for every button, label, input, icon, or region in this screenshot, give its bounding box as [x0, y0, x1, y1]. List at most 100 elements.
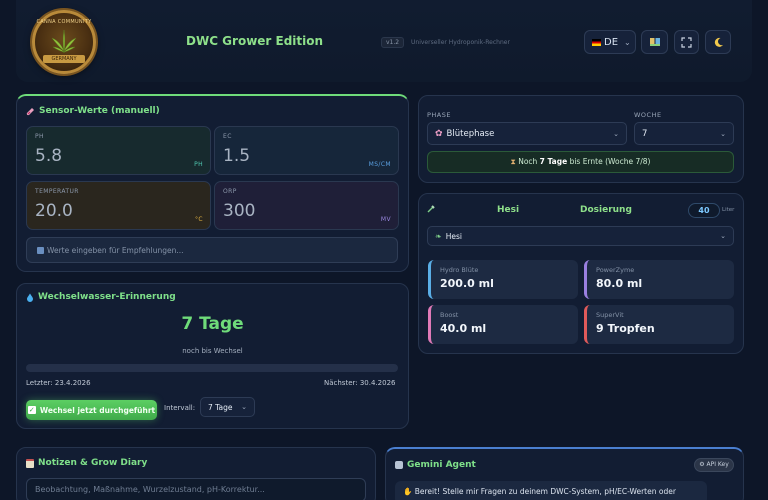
water-panel-title: Wechselwasser-Erinnerung [38, 292, 176, 302]
temperature-unit: °C [195, 216, 203, 223]
ph-field[interactable]: PH 5.8 PH [26, 126, 211, 175]
nutrient-name: Hydro Blüte [440, 266, 479, 274]
logo-ring-text: CANNA COMMUNITY [36, 19, 92, 25]
gemini-panel-title: Gemini Agent [407, 460, 476, 470]
harvest-prefix: Noch [518, 157, 538, 166]
orp-label: ORP [223, 188, 237, 195]
water-change-progress [26, 364, 398, 372]
nutrient-card: SuperVit 9 Tropfen [584, 305, 734, 344]
temperature-label: TEMPERATUR [35, 188, 79, 195]
sensor-panel-title: Sensor-Werte (manuell) [39, 106, 160, 116]
phase-select[interactable]: ✿ Blütephase ⌄ [427, 122, 627, 145]
chevron-down-icon: ⌄ [720, 129, 726, 138]
notepad-icon [26, 458, 34, 468]
nutrient-amount: 200.0 ml [440, 277, 494, 290]
app-title: DWC Grower Edition [186, 34, 324, 48]
brand-select-value: Hesi [445, 231, 462, 241]
last-change-date: Letzter: 23.4.2026 [26, 379, 91, 387]
api-key-button[interactable]: ⚙ API Key [694, 458, 734, 472]
recommendation-hint: Werte eingeben für Empfehlungen... [26, 237, 398, 263]
german-flag-icon [592, 38, 601, 46]
liters-unit: Liter [722, 207, 735, 213]
chevron-down-icon: ⌄ [720, 232, 726, 240]
plant-icon: ❧ [435, 231, 442, 241]
ph-label: PH [35, 133, 44, 140]
temperature-field[interactable]: TEMPERATUR 20.0 °C [26, 181, 211, 230]
robot-icon [395, 461, 403, 469]
water-drop-icon [27, 293, 33, 302]
nutrient-card: Hydro Blüte 200.0 ml [428, 260, 578, 299]
nutrient-name: Boost [440, 311, 459, 319]
nutrient-name: PowerZyme [596, 266, 635, 274]
logo-banner: GERMANY [43, 55, 85, 63]
nutrient-amount: 40.0 ml [440, 322, 487, 335]
phase-select-content: ✿ Blütephase [435, 129, 494, 139]
temperature-value: 20.0 [35, 201, 73, 221]
book-icon [649, 38, 660, 46]
notes-panel-header: Notizen & Grow Diary [26, 458, 147, 468]
gemini-message-text: Bereit! Stelle mir Fragen zu deinem DWC-… [414, 487, 676, 496]
flower-icon: ✿ [435, 128, 443, 139]
harvest-suffix: bis Ernte (Woche 7/8) [569, 157, 651, 166]
nutrient-card: Boost 40.0 ml [428, 305, 578, 344]
nutrient-card: PowerZyme 80.0 ml [584, 260, 734, 299]
theme-toggle-button[interactable] [705, 30, 731, 54]
week-label: WOCHE [634, 111, 662, 119]
version-badge: v1.2 [381, 37, 405, 48]
dosing-brand: Hesi [497, 205, 520, 215]
phase-value: Blütephase [446, 128, 495, 139]
brand-logo: CANNA COMMUNITY GERMANY [32, 10, 96, 74]
water-panel-header: Wechselwasser-Erinnerung [26, 292, 176, 302]
liters-input[interactable]: 40 [688, 203, 720, 218]
gear-icon: ⚙ [699, 461, 705, 468]
interval-label: Intervall: [164, 404, 196, 412]
cannabis-leaf-icon [51, 29, 77, 54]
manual-button[interactable] [641, 30, 668, 54]
week-value: 7 [642, 128, 648, 139]
hint-text: Werte eingeben für Empfehlungen... [47, 246, 184, 255]
gemini-panel-header: Gemini Agent [395, 460, 476, 470]
ph-value: 5.8 [35, 146, 63, 166]
change-done-button[interactable]: ✓ Wechsel jetzt durchgeführt [26, 400, 157, 420]
test-tube-icon [26, 107, 34, 115]
nutrient-name: SuperVit [596, 311, 624, 319]
ph-unit: PH [194, 161, 203, 168]
hourglass-icon: ⧗ [510, 157, 516, 166]
gemini-message: ✋ Bereit! Stelle mir Fragen zu deinem DW… [395, 481, 707, 500]
chevron-down-icon: ⌄ [624, 37, 631, 47]
interval-select[interactable]: 7 Tage ⌄ [200, 397, 255, 417]
days-remaining: 7 Tage [181, 314, 244, 334]
fullscreen-button[interactable] [674, 30, 699, 54]
nutrient-amount: 9 Tropfen [596, 322, 655, 335]
harvest-days: 7 Tage [539, 157, 568, 166]
ec-field[interactable]: EC 1.5 MS/CM [214, 126, 399, 175]
days-remaining-caption: noch bis Wechsel [182, 347, 243, 355]
phase-label: PHASE [427, 111, 451, 119]
pipette-icon [427, 205, 435, 213]
language-select[interactable]: DE ⌄ [584, 30, 636, 54]
app-tagline: Universeller Hydroponik-Rechner [411, 39, 510, 46]
ec-value: 1.5 [223, 146, 251, 166]
fullscreen-icon [681, 36, 692, 48]
ec-unit: MS/CM [368, 161, 391, 168]
ec-label: EC [223, 133, 232, 140]
interval-value: 7 Tage [208, 402, 233, 412]
api-key-label: API Key [706, 461, 729, 468]
notes-input[interactable]: Beobachtung, Maßnahme, Wurzelzustand, pH… [26, 478, 366, 500]
brand-select[interactable]: ❧ Hesi ⌄ [427, 226, 734, 246]
harvest-countdown: ⧗ Noch 7 Tage bis Ernte (Woche 7/8) [427, 151, 734, 173]
info-icon [37, 247, 44, 254]
notes-panel-title: Notizen & Grow Diary [38, 458, 148, 468]
sensor-panel-header: Sensor-Werte (manuell) [26, 106, 160, 116]
checkmark-icon: ✓ [27, 406, 36, 414]
nutrient-amount: 80.0 ml [596, 277, 643, 290]
change-done-label: Wechsel jetzt durchgeführt [39, 405, 156, 415]
orp-field[interactable]: ORP 300 MV [214, 181, 399, 230]
orp-value: 300 [223, 201, 256, 221]
week-select[interactable]: 7 ⌄ [634, 122, 734, 145]
next-change-date: Nächster: 30.4.2026 [324, 379, 396, 387]
chevron-down-icon: ⌄ [613, 129, 619, 138]
wave-hand-icon: ✋ [403, 487, 413, 496]
orp-unit: MV [380, 216, 391, 223]
moon-icon [714, 37, 723, 47]
